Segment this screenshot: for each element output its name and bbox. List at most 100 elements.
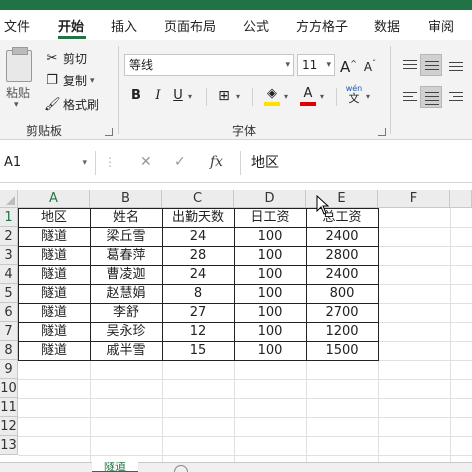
row-header-8[interactable]: 8	[0, 341, 18, 360]
underline-button[interactable]: U	[170, 86, 186, 106]
row-header-9[interactable]: 9	[0, 360, 18, 379]
row-header-6[interactable]: 6	[0, 303, 18, 322]
font-name-combo[interactable]: 等线 ▾	[124, 54, 294, 76]
table-cell[interactable]: 100	[234, 341, 306, 360]
clipboard-launcher-icon[interactable]	[105, 128, 113, 136]
insert-function-icon[interactable]: fx	[210, 154, 223, 170]
table-cell[interactable]: 戚半雪	[90, 341, 162, 360]
table-cell[interactable]: 隧道	[18, 284, 90, 303]
table-cell[interactable]: 24	[162, 265, 234, 284]
table-cell[interactable]: 28	[162, 246, 234, 265]
table-cell[interactable]: 李舒	[90, 303, 162, 322]
table-cell[interactable]: 12	[162, 322, 234, 341]
copy-button[interactable]: ❐ 复制 ▾	[44, 72, 94, 89]
font-size-combo[interactable]: 11 ▾	[297, 54, 335, 76]
table-cell[interactable]: 100	[234, 322, 306, 341]
cut-button[interactable]: ✂ 剪切	[44, 50, 87, 67]
row-header-7[interactable]: 7	[0, 322, 18, 341]
row-header-12[interactable]: 12	[0, 417, 18, 436]
border-button[interactable]: ⊞	[216, 86, 232, 106]
align-bottom-button[interactable]	[444, 54, 466, 76]
table-cell[interactable]: 27	[162, 303, 234, 322]
chevron-down-icon[interactable]: ▾	[188, 92, 192, 101]
font-color-button[interactable]: A	[300, 84, 316, 104]
table-cell[interactable]: 赵慧娟	[90, 284, 162, 303]
table-cell[interactable]: 24	[162, 227, 234, 246]
tab-data[interactable]: 数据	[374, 16, 400, 35]
table-cell[interactable]: 隧道	[18, 303, 90, 322]
table-cell[interactable]: 100	[234, 284, 306, 303]
table-cell[interactable]: 1500	[306, 341, 378, 360]
table-cell[interactable]: 隧道	[18, 265, 90, 284]
row-header-2[interactable]: 2	[0, 227, 18, 246]
tab-review[interactable]: 审阅	[428, 16, 454, 35]
align-right-button[interactable]	[444, 86, 466, 108]
enter-icon[interactable]: ✓	[174, 154, 186, 170]
table-cell[interactable]: 2400	[306, 227, 378, 246]
bold-button[interactable]: B	[128, 86, 144, 106]
header-cell-daily-wage[interactable]: 日工资	[234, 208, 306, 227]
name-box[interactable]: A1 ▾	[0, 151, 96, 175]
italic-button[interactable]: I	[150, 86, 166, 106]
table-cell[interactable]: 100	[234, 227, 306, 246]
cancel-icon[interactable]: ✕	[140, 154, 152, 170]
table-cell[interactable]: 100	[234, 265, 306, 284]
table-cell[interactable]: 8	[162, 284, 234, 303]
row-header-11[interactable]: 11	[0, 398, 18, 417]
table-cell[interactable]: 隧道	[18, 322, 90, 341]
table-cell[interactable]: 100	[234, 303, 306, 322]
row-header-10[interactable]: 10	[0, 379, 18, 398]
table-cell[interactable]: 2700	[306, 303, 378, 322]
row-header-13[interactable]: 13	[0, 436, 18, 455]
align-center-button[interactable]	[420, 86, 442, 108]
header-cell-name[interactable]: 姓名	[90, 208, 162, 227]
align-middle-button[interactable]	[420, 54, 442, 76]
column-header-g[interactable]	[450, 190, 472, 208]
column-header-b[interactable]: B	[90, 190, 162, 208]
table-cell[interactable]: 曹凌迦	[90, 265, 162, 284]
table-cell[interactable]: 隧道	[18, 341, 90, 360]
phonetic-button[interactable]: wén 文	[344, 84, 364, 105]
table-cell[interactable]: 1200	[306, 322, 378, 341]
table-cell[interactable]: 隧道	[18, 227, 90, 246]
table-cell[interactable]: 800	[306, 284, 378, 303]
worksheet-grid[interactable]: A B C D E F 1 2 3 4 5 6 7 8 9 10 11 12 1…	[0, 190, 472, 462]
tab-home[interactable]: 开始	[58, 16, 84, 35]
fill-color-button[interactable]: ◈	[264, 84, 280, 104]
align-left-button[interactable]	[398, 86, 420, 108]
chevron-down-icon[interactable]: ▾	[236, 92, 240, 101]
row-header-3[interactable]: 3	[0, 246, 18, 265]
chevron-down-icon[interactable]: ▾	[366, 92, 370, 101]
header-cell-days[interactable]: 出勤天数	[162, 208, 234, 227]
table-cell[interactable]: 15	[162, 341, 234, 360]
header-cell-region[interactable]: 地区	[18, 208, 90, 227]
font-launcher-icon[interactable]	[378, 128, 386, 136]
table-cell[interactable]: 2800	[306, 246, 378, 265]
chevron-down-icon[interactable]: ▾	[284, 92, 288, 101]
sheet-tab-active[interactable]: 隧道	[92, 462, 138, 472]
tab-insert[interactable]: 插入	[111, 16, 137, 35]
chevron-down-icon[interactable]: ▾	[320, 92, 324, 101]
row-header-1[interactable]: 1	[0, 208, 18, 227]
table-cell[interactable]: 2400	[306, 265, 378, 284]
table-cell[interactable]: 100	[234, 246, 306, 265]
table-cell[interactable]: 隧道	[18, 246, 90, 265]
shrink-font-button[interactable]: Aˇ	[362, 54, 378, 74]
format-painter-button[interactable]: 🖌 格式刷	[44, 96, 99, 113]
grow-font-button[interactable]: A^	[340, 54, 357, 76]
select-all-button[interactable]	[0, 190, 18, 208]
tab-file[interactable]: 文件	[4, 16, 30, 35]
table-cell[interactable]: 吴永珍	[90, 322, 162, 341]
tab-formulas[interactable]: 公式	[243, 16, 269, 35]
drag-handle-icon[interactable]: ⋮	[104, 155, 116, 169]
column-header-f[interactable]: F	[378, 190, 450, 208]
row-header-4[interactable]: 4	[0, 265, 18, 284]
column-header-c[interactable]: C	[162, 190, 234, 208]
row-header-5[interactable]: 5	[0, 284, 18, 303]
tab-fangfang[interactable]: 方方格子	[296, 16, 348, 35]
table-cell[interactable]: 梁丘雪	[90, 227, 162, 246]
formula-input[interactable]: 地区	[240, 151, 472, 175]
tab-page-layout[interactable]: 页面布局	[164, 16, 216, 35]
column-header-d[interactable]: D	[234, 190, 306, 208]
add-sheet-icon[interactable]	[174, 465, 188, 472]
